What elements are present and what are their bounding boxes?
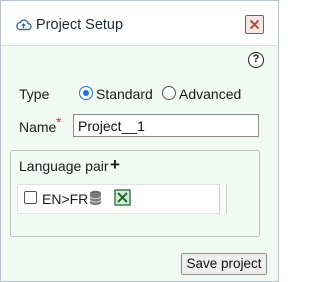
project-setup-dialog: Project Setup ? Type Standard Advanced N… bbox=[0, 0, 279, 282]
save-project-button[interactable]: Save project bbox=[181, 253, 267, 275]
close-icon bbox=[249, 19, 260, 30]
type-label: Type bbox=[19, 86, 50, 102]
database-icon bbox=[89, 190, 102, 205]
radio-advanced-label[interactable]: Advanced bbox=[179, 86, 241, 102]
language-pair-item-label: EN>FR bbox=[42, 191, 89, 207]
language-pair-title: Language pair bbox=[19, 158, 109, 174]
language-pair-checkbox[interactable] bbox=[24, 191, 37, 204]
close-button[interactable] bbox=[245, 15, 264, 34]
help-button[interactable]: ? bbox=[248, 52, 264, 68]
cloud-icon bbox=[16, 19, 32, 31]
list-scrollbar[interactable] bbox=[219, 184, 227, 214]
radio-standard-label[interactable]: Standard bbox=[96, 86, 153, 102]
radio-advanced[interactable] bbox=[162, 86, 176, 100]
question-icon: ? bbox=[252, 53, 260, 65]
dialog-title: Project Setup bbox=[36, 17, 124, 33]
add-language-pair-icon[interactable]: + bbox=[110, 156, 120, 174]
dialog-titlebar: Project Setup bbox=[1, 1, 278, 46]
name-label: Name bbox=[19, 119, 57, 135]
excel-file-icon[interactable] bbox=[114, 189, 131, 206]
radio-standard[interactable] bbox=[79, 86, 93, 100]
required-asterisk: * bbox=[56, 114, 62, 130]
project-name-input[interactable] bbox=[73, 114, 259, 137]
